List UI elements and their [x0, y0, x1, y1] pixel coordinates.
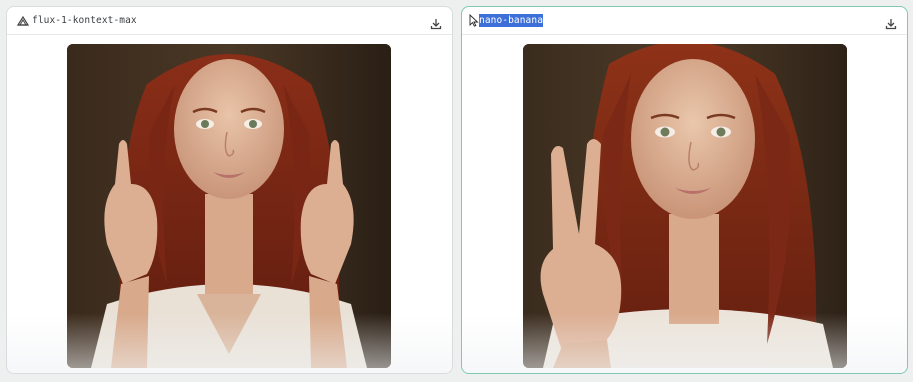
comparison-view: flux-1-kontext-max nano-banana	[0, 0, 913, 382]
model-name-label: nano-banana	[479, 14, 544, 27]
download-icon[interactable]	[885, 15, 897, 30]
cursor-icon	[469, 14, 479, 27]
model-result-panel-nano-banana[interactable]: nano-banana	[461, 6, 908, 374]
panel-header: nano-banana	[462, 7, 907, 35]
model-result-panel-flux[interactable]: flux-1-kontext-max	[6, 6, 453, 374]
model-name-label: flux-1-kontext-max	[32, 15, 137, 26]
panel-header: flux-1-kontext-max	[7, 7, 452, 35]
download-icon[interactable]	[430, 15, 442, 30]
flux-logo-icon	[17, 15, 29, 27]
generated-portrait-image[interactable]	[67, 44, 391, 368]
generated-portrait-image[interactable]	[523, 44, 847, 368]
